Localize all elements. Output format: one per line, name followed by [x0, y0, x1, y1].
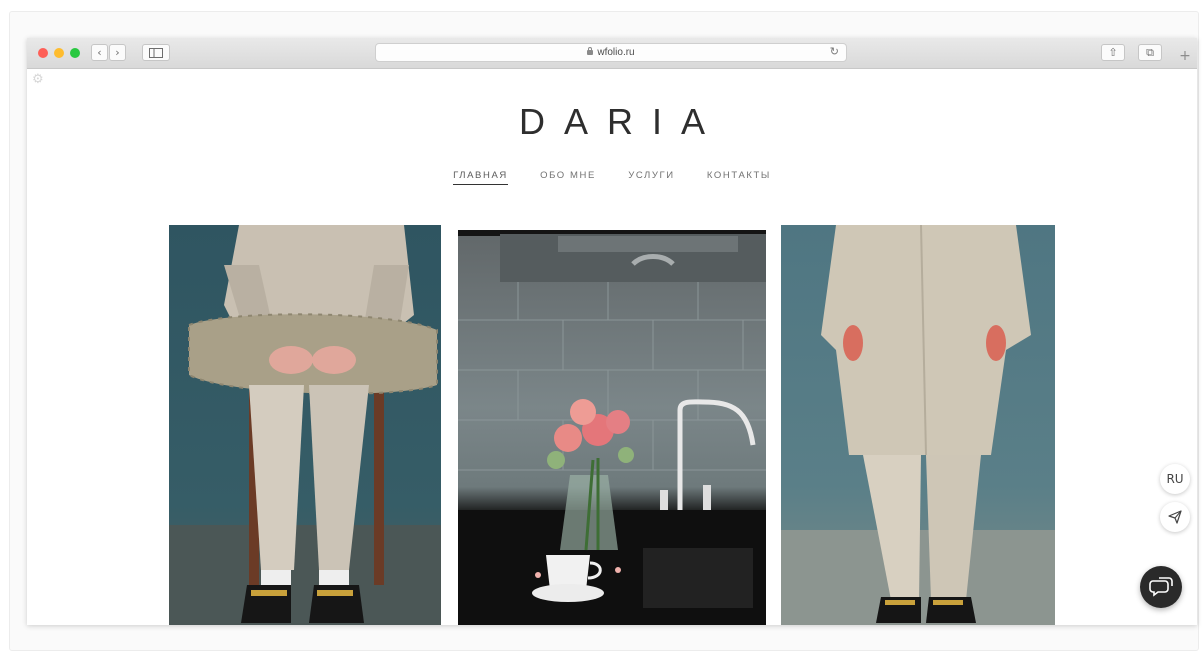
- address-bar[interactable]: wfolio.ru ↻: [375, 43, 847, 62]
- photo-standing-person: [781, 225, 1055, 625]
- back-button[interactable]: ‹: [91, 44, 108, 61]
- minimize-window-button[interactable]: [54, 48, 64, 58]
- url-text: wfolio.ru: [597, 47, 635, 58]
- browser-window: ‹ › wfolio.ru ↻ ⇧ ⧉ + ⚙ DARIA ГЛАВНАЯ ОБ…: [27, 38, 1197, 625]
- chat-bubbles-icon: [1149, 577, 1173, 597]
- photo-roses-kitchen: [458, 230, 766, 625]
- tabs-overview-button[interactable]: ⧉: [1138, 44, 1162, 61]
- nav-item-contacts[interactable]: КОНТАКТЫ: [707, 170, 771, 184]
- reload-icon[interactable]: ↻: [830, 45, 839, 58]
- chat-button[interactable]: [1140, 566, 1182, 608]
- share-button[interactable]: ⇧: [1101, 44, 1125, 61]
- gallery-photo-2[interactable]: [458, 230, 766, 625]
- close-window-button[interactable]: [38, 48, 48, 58]
- send-glyph: [1168, 510, 1182, 524]
- lock-icon: [587, 47, 594, 55]
- zoom-window-button[interactable]: [70, 48, 80, 58]
- sidebar-icon: [149, 48, 163, 58]
- site-logo[interactable]: DARIA: [27, 101, 1197, 143]
- gallery-photo-3[interactable]: [781, 225, 1055, 625]
- gear-icon[interactable]: ⚙: [32, 72, 44, 87]
- main-nav: ГЛАВНАЯ ОБО МНЕ УСЛУГИ КОНТАКТЫ: [27, 170, 1197, 185]
- language-switcher[interactable]: RU: [1160, 464, 1190, 494]
- new-tab-button[interactable]: +: [1175, 46, 1195, 66]
- address-url: wfolio.ru: [376, 47, 846, 58]
- photo-seated-person: [169, 225, 441, 625]
- nav-item-home[interactable]: ГЛАВНАЯ: [453, 170, 508, 185]
- sidebar-toggle-button[interactable]: [142, 44, 170, 61]
- gallery-photo-1[interactable]: [169, 225, 441, 625]
- paper-plane-icon[interactable]: [1160, 502, 1190, 532]
- forward-button[interactable]: ›: [109, 44, 126, 61]
- nav-item-services[interactable]: УСЛУГИ: [628, 170, 674, 184]
- browser-toolbar: ‹ › wfolio.ru ↻ ⇧ ⧉: [27, 38, 1197, 69]
- nav-item-about[interactable]: ОБО МНЕ: [540, 170, 596, 184]
